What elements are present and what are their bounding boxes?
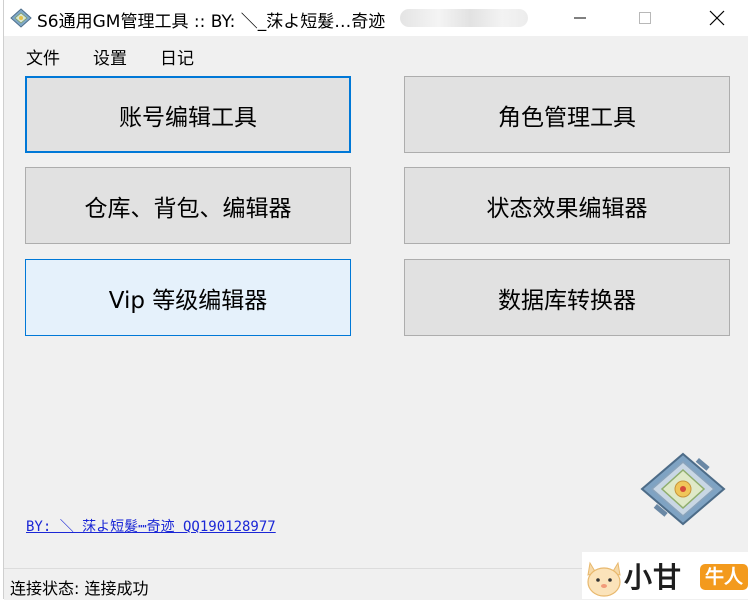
maximize-icon (639, 12, 651, 24)
database-converter-button[interactable]: 数据库转换器 (404, 259, 730, 336)
vip-editor-button[interactable]: Vip 等级编辑器 (25, 259, 351, 336)
minimize-icon (574, 17, 586, 19)
status-effect-editor-button[interactable]: 状态效果编辑器 (404, 167, 730, 244)
menu-settings[interactable]: 设置 (93, 44, 127, 69)
app-icon (10, 8, 32, 28)
app-window: S6通用GM管理工具 :: BY: ＼_莯よ短髮…奇迹 文件 设置 日记 账号编… (3, 0, 748, 600)
title-bar[interactable]: S6通用GM管理工具 :: BY: ＼_莯よ短髮…奇迹 (4, 0, 748, 36)
account-editor-button[interactable]: 账号编辑工具 (25, 76, 351, 153)
title-redaction (400, 9, 528, 27)
menu-log[interactable]: 日记 (160, 44, 194, 69)
watermark-text: 小甘 (624, 561, 683, 594)
window-title: S6通用GM管理工具 :: BY: ＼_莯よ短髮…奇迹 (37, 12, 386, 32)
menu-file[interactable]: 文件 (26, 44, 60, 69)
maximize-button[interactable] (622, 0, 668, 36)
menu-bar: 文件 设置 日记 (4, 36, 748, 72)
author-credit-link[interactable]: BY: ＼ 莯よ短髮┉奇迹 QQ190128977 (26, 516, 276, 536)
cat-icon (587, 561, 621, 597)
role-manager-button[interactable]: 角色管理工具 (404, 76, 730, 153)
close-button[interactable] (694, 0, 740, 36)
close-icon (709, 10, 725, 26)
gm-logo-icon (640, 452, 726, 526)
watermark-logo: 小甘 牛人 (582, 552, 748, 599)
minimize-button[interactable] (557, 0, 603, 36)
inventory-editor-button[interactable]: 仓库、背包、编辑器 (25, 167, 351, 244)
watermark-badge: 牛人 (700, 564, 748, 590)
connection-status: 连接状态: 连接成功 (10, 579, 149, 598)
